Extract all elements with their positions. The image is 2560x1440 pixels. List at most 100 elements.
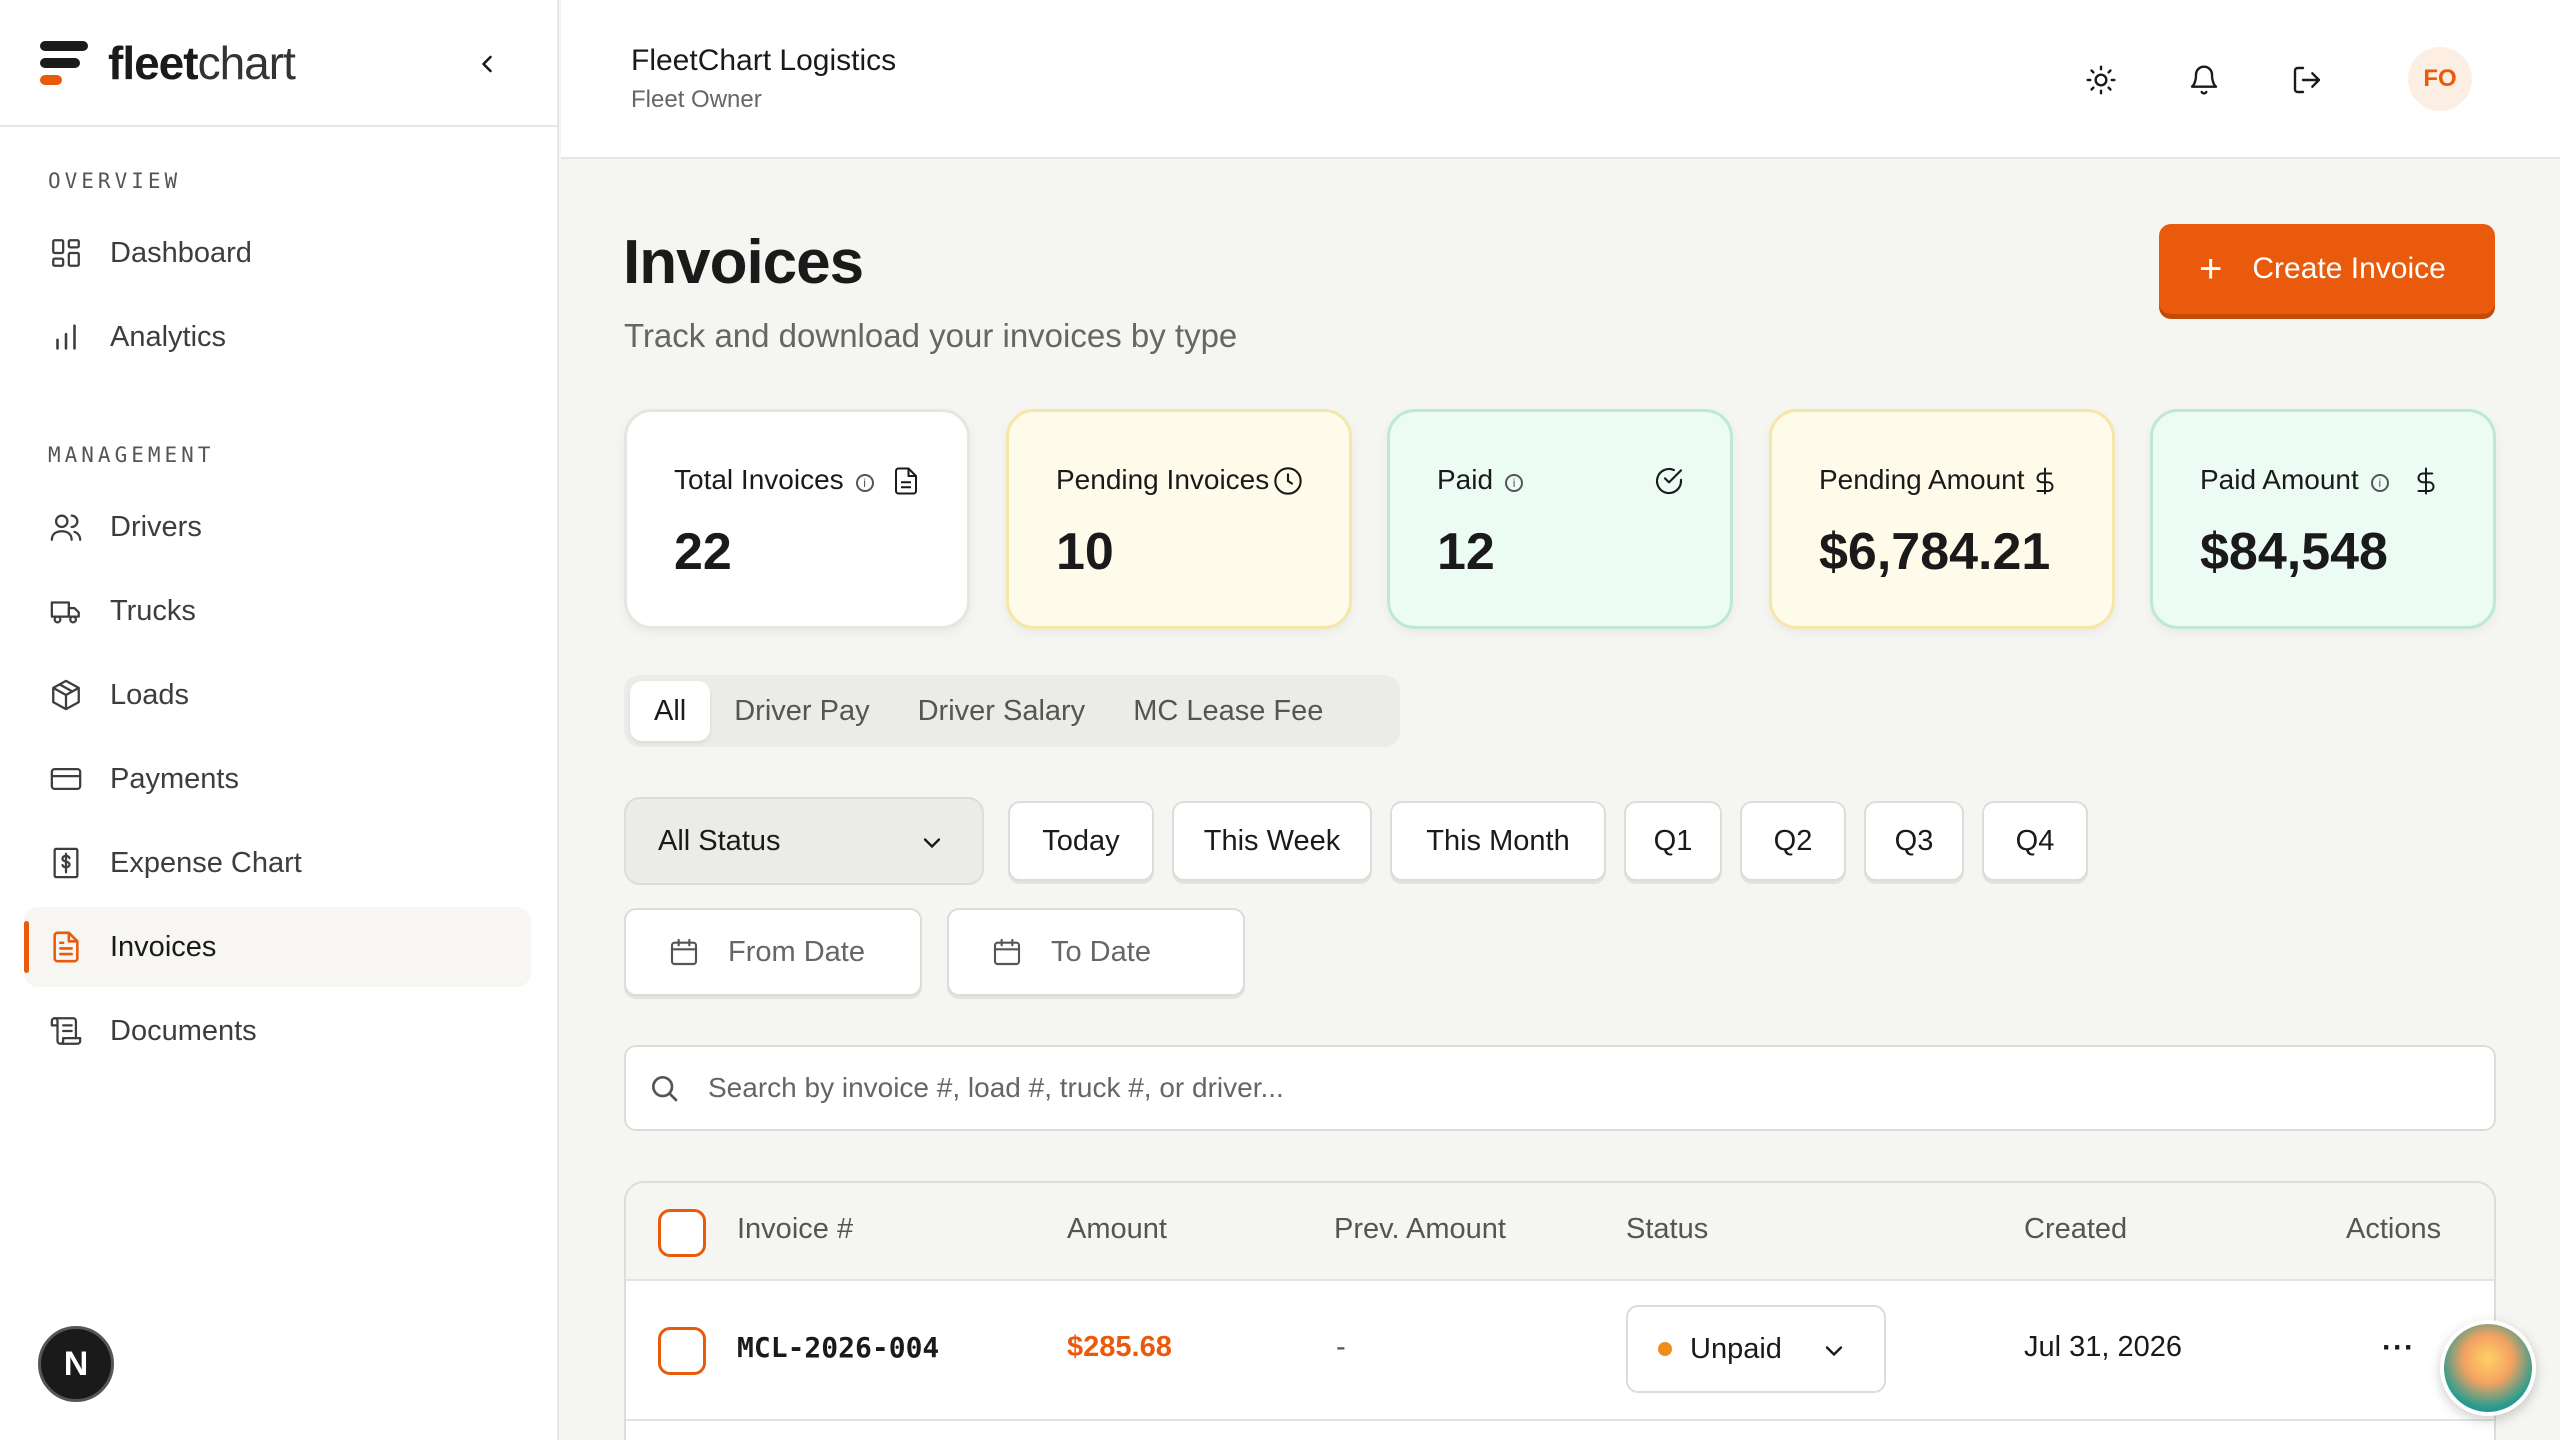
main-content: Invoices Track and download your invoice… — [561, 161, 2560, 1440]
stats-cards: Total Invoices i 22 Pending Invoices 10 P… — [624, 409, 2496, 629]
stat-label: Pending Amount — [1819, 464, 2025, 495]
truck-icon — [48, 593, 84, 629]
status-dropdown[interactable]: Unpaid — [1626, 1305, 1886, 1393]
column-header-status[interactable]: Status — [1626, 1213, 1708, 1246]
column-header-actions: Actions — [2346, 1213, 2442, 1245]
stat-label: Pending Invoices — [1056, 464, 1270, 495]
notifications-button[interactable] — [2182, 58, 2226, 102]
dollar-icon — [2409, 464, 2443, 498]
filter-q1-button[interactable]: Q1 — [1624, 801, 1722, 881]
from-date-field[interactable]: From Date — [624, 908, 922, 996]
sidebar-item-label: Payments — [110, 762, 239, 795]
bar-chart-icon — [48, 319, 84, 355]
sidebar-item-loads[interactable]: Loads — [24, 655, 531, 735]
invoice-amount: $285.68 — [1067, 1331, 1172, 1363]
avatar[interactable]: FO — [2408, 47, 2472, 111]
more-actions-icon[interactable]: ··· — [2382, 1331, 2415, 1365]
nav-section-management: MANAGEMENT — [48, 443, 215, 467]
sidebar-item-label: Dashboard — [110, 236, 252, 269]
row-checkbox[interactable] — [658, 1327, 706, 1375]
sidebar-item-label: Drivers — [110, 510, 202, 543]
create-invoice-label: Create Invoice — [2252, 252, 2446, 285]
create-invoice-button[interactable]: + Create Invoice — [2159, 224, 2495, 314]
filter-q4-button[interactable]: Q4 — [1982, 801, 2088, 881]
info-icon[interactable]: i — [1505, 474, 1524, 492]
stat-card-pending-invoices: Pending Invoices 10 — [1006, 409, 1352, 629]
stat-label: Paid — [1437, 464, 1494, 495]
tab-all[interactable]: All — [630, 681, 711, 741]
file-text-icon — [48, 929, 84, 965]
brand: fleetchart — [0, 0, 557, 127]
collapse-sidebar-button[interactable] — [469, 46, 505, 82]
created-date: Jul 31, 2026 — [2024, 1331, 2183, 1363]
filter-this-month-button[interactable]: This Month — [1390, 801, 1606, 881]
to-date-placeholder: To Date — [1051, 935, 1151, 968]
credit-card-icon — [48, 761, 84, 797]
tab-driver-pay[interactable]: Driver Pay — [710, 681, 893, 741]
page-subtitle: Track and download your invoices by type — [624, 317, 1238, 354]
to-date-field[interactable]: To Date — [947, 908, 1245, 996]
stat-value: 22 — [674, 523, 732, 581]
info-icon[interactable]: i — [855, 474, 874, 492]
plus-icon: + — [2199, 246, 2223, 291]
invoice-type-tabs: All Driver Pay Driver Salary MC Lease Fe… — [624, 675, 1400, 747]
column-header-created[interactable]: Created — [2024, 1213, 2127, 1246]
org-name: FleetChart Logistics — [631, 44, 897, 77]
tab-driver-salary[interactable]: Driver Salary — [894, 681, 1110, 741]
document-icon — [889, 464, 923, 498]
fleetchart-logo-icon — [40, 39, 88, 87]
stat-card-paid: Paid i 12 — [1387, 409, 1733, 629]
stat-card-total-invoices: Total Invoices i 22 — [624, 409, 970, 629]
org-role: Fleet Owner — [631, 86, 762, 113]
table-row[interactable]: MCL-2026-004 $285.68 - Unpaid Jul 31, 20… — [626, 1281, 2494, 1421]
invoices-table: Invoice # Amount Prev. Amount Status Cre… — [624, 1181, 2496, 1440]
check-circle-icon — [1652, 464, 1686, 498]
info-icon[interactable]: i — [2370, 474, 2389, 492]
filter-q3-button[interactable]: Q3 — [1864, 801, 1964, 881]
tab-mc-lease-fee[interactable]: MC Lease Fee — [1109, 681, 1347, 741]
clock-icon — [1271, 464, 1305, 498]
stat-value: 12 — [1437, 523, 1495, 581]
filter-this-week-button[interactable]: This Week — [1172, 801, 1372, 881]
status-filter-value: All Status — [658, 824, 781, 857]
sidebar-item-analytics[interactable]: Analytics — [24, 297, 531, 377]
sidebar-item-dashboard[interactable]: Dashboard — [24, 213, 531, 293]
dashboard-icon — [48, 235, 84, 271]
page-title: Invoices — [623, 228, 864, 297]
filter-q2-button[interactable]: Q2 — [1740, 801, 1846, 881]
status-filter-select[interactable]: All Status — [624, 797, 984, 885]
filter-today-button[interactable]: Today — [1008, 801, 1154, 881]
stat-value: 10 — [1056, 523, 1114, 581]
sidebar-item-invoices[interactable]: Invoices — [24, 907, 531, 987]
stat-value: $6,784.21 — [1819, 523, 2051, 581]
sidebar-item-payments[interactable]: Payments — [24, 739, 531, 819]
nav-section-overview: OVERVIEW — [48, 169, 182, 193]
sidebar-item-documents[interactable]: Documents — [24, 991, 531, 1071]
select-all-checkbox[interactable] — [658, 1209, 706, 1257]
search-input[interactable] — [708, 1072, 2408, 1104]
invoice-number[interactable]: MCL-2026-004 — [737, 1331, 939, 1364]
sidebar-item-label: Documents — [110, 1014, 257, 1047]
theme-toggle-button[interactable] — [2079, 58, 2123, 102]
calendar-icon — [668, 936, 700, 968]
dollar-icon — [2028, 464, 2062, 498]
dev-tools-badge[interactable]: N — [38, 1326, 114, 1402]
sidebar-item-drivers[interactable]: Drivers — [24, 487, 531, 567]
brand-name: fleetchart — [108, 36, 296, 89]
prev-amount: - — [1336, 1331, 1346, 1363]
column-header-invoice[interactable]: Invoice # — [737, 1213, 853, 1246]
stat-card-paid-amount: Paid Amount i $84,548 — [2150, 409, 2496, 629]
column-header-prev-amount[interactable]: Prev. Amount — [1334, 1213, 1506, 1246]
sidebar-item-label: Trucks — [110, 594, 196, 627]
chevron-down-icon — [1825, 1346, 1843, 1357]
logout-button[interactable] — [2285, 58, 2329, 102]
column-header-amount[interactable]: Amount — [1067, 1213, 1167, 1246]
chevron-down-icon — [923, 838, 941, 849]
sidebar-item-trucks[interactable]: Trucks — [24, 571, 531, 651]
sidebar-item-expense-chart[interactable]: Expense Chart — [24, 823, 531, 903]
package-icon — [48, 677, 84, 713]
sidebar: fleetchart OVERVIEW Dashboard Analytics … — [0, 0, 559, 1440]
assistant-avatar-icon[interactable] — [2440, 1320, 2536, 1416]
search-bar — [624, 1045, 2496, 1131]
table-header: Invoice # Amount Prev. Amount Status Cre… — [626, 1183, 2494, 1281]
